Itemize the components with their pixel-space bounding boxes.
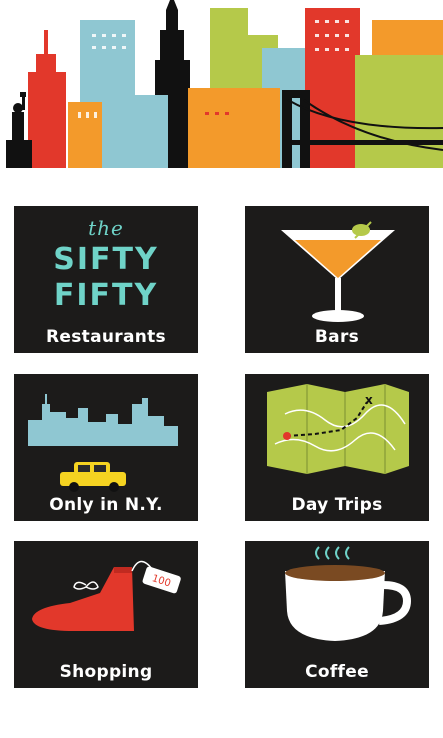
tile-restaurants[interactable]: the SIFTY FIFTY Restaurants xyxy=(14,206,198,353)
nyc-skyline-banner xyxy=(0,0,443,168)
tile-label-shopping: Shopping xyxy=(59,662,153,682)
logo-the-text: the xyxy=(88,216,124,240)
tile-label-day-trips: Day Trips xyxy=(291,495,383,515)
logo-line2-text: FIFTY xyxy=(53,278,159,313)
tile-label-restaurants: Restaurants xyxy=(46,327,166,347)
tile-shopping[interactable]: 100 Shopping xyxy=(14,541,198,688)
tile-label-only-ny: Only in N.Y. xyxy=(49,495,163,515)
tile-bars[interactable]: Bars xyxy=(245,206,429,353)
tile-coffee[interactable]: Coffee xyxy=(245,541,429,688)
logo-line1-text: SIFTY xyxy=(53,242,159,277)
svg-text:x: x xyxy=(365,393,373,407)
taxi-icon xyxy=(60,462,126,492)
tile-label-coffee: Coffee xyxy=(305,662,369,682)
nyc-skyline-illustration xyxy=(0,0,443,168)
tile-only-ny[interactable]: Only in N.Y. xyxy=(14,374,198,521)
tile-label-bars: Bars xyxy=(314,327,360,347)
tile-day-trips[interactable]: x Day Trips xyxy=(245,374,429,521)
